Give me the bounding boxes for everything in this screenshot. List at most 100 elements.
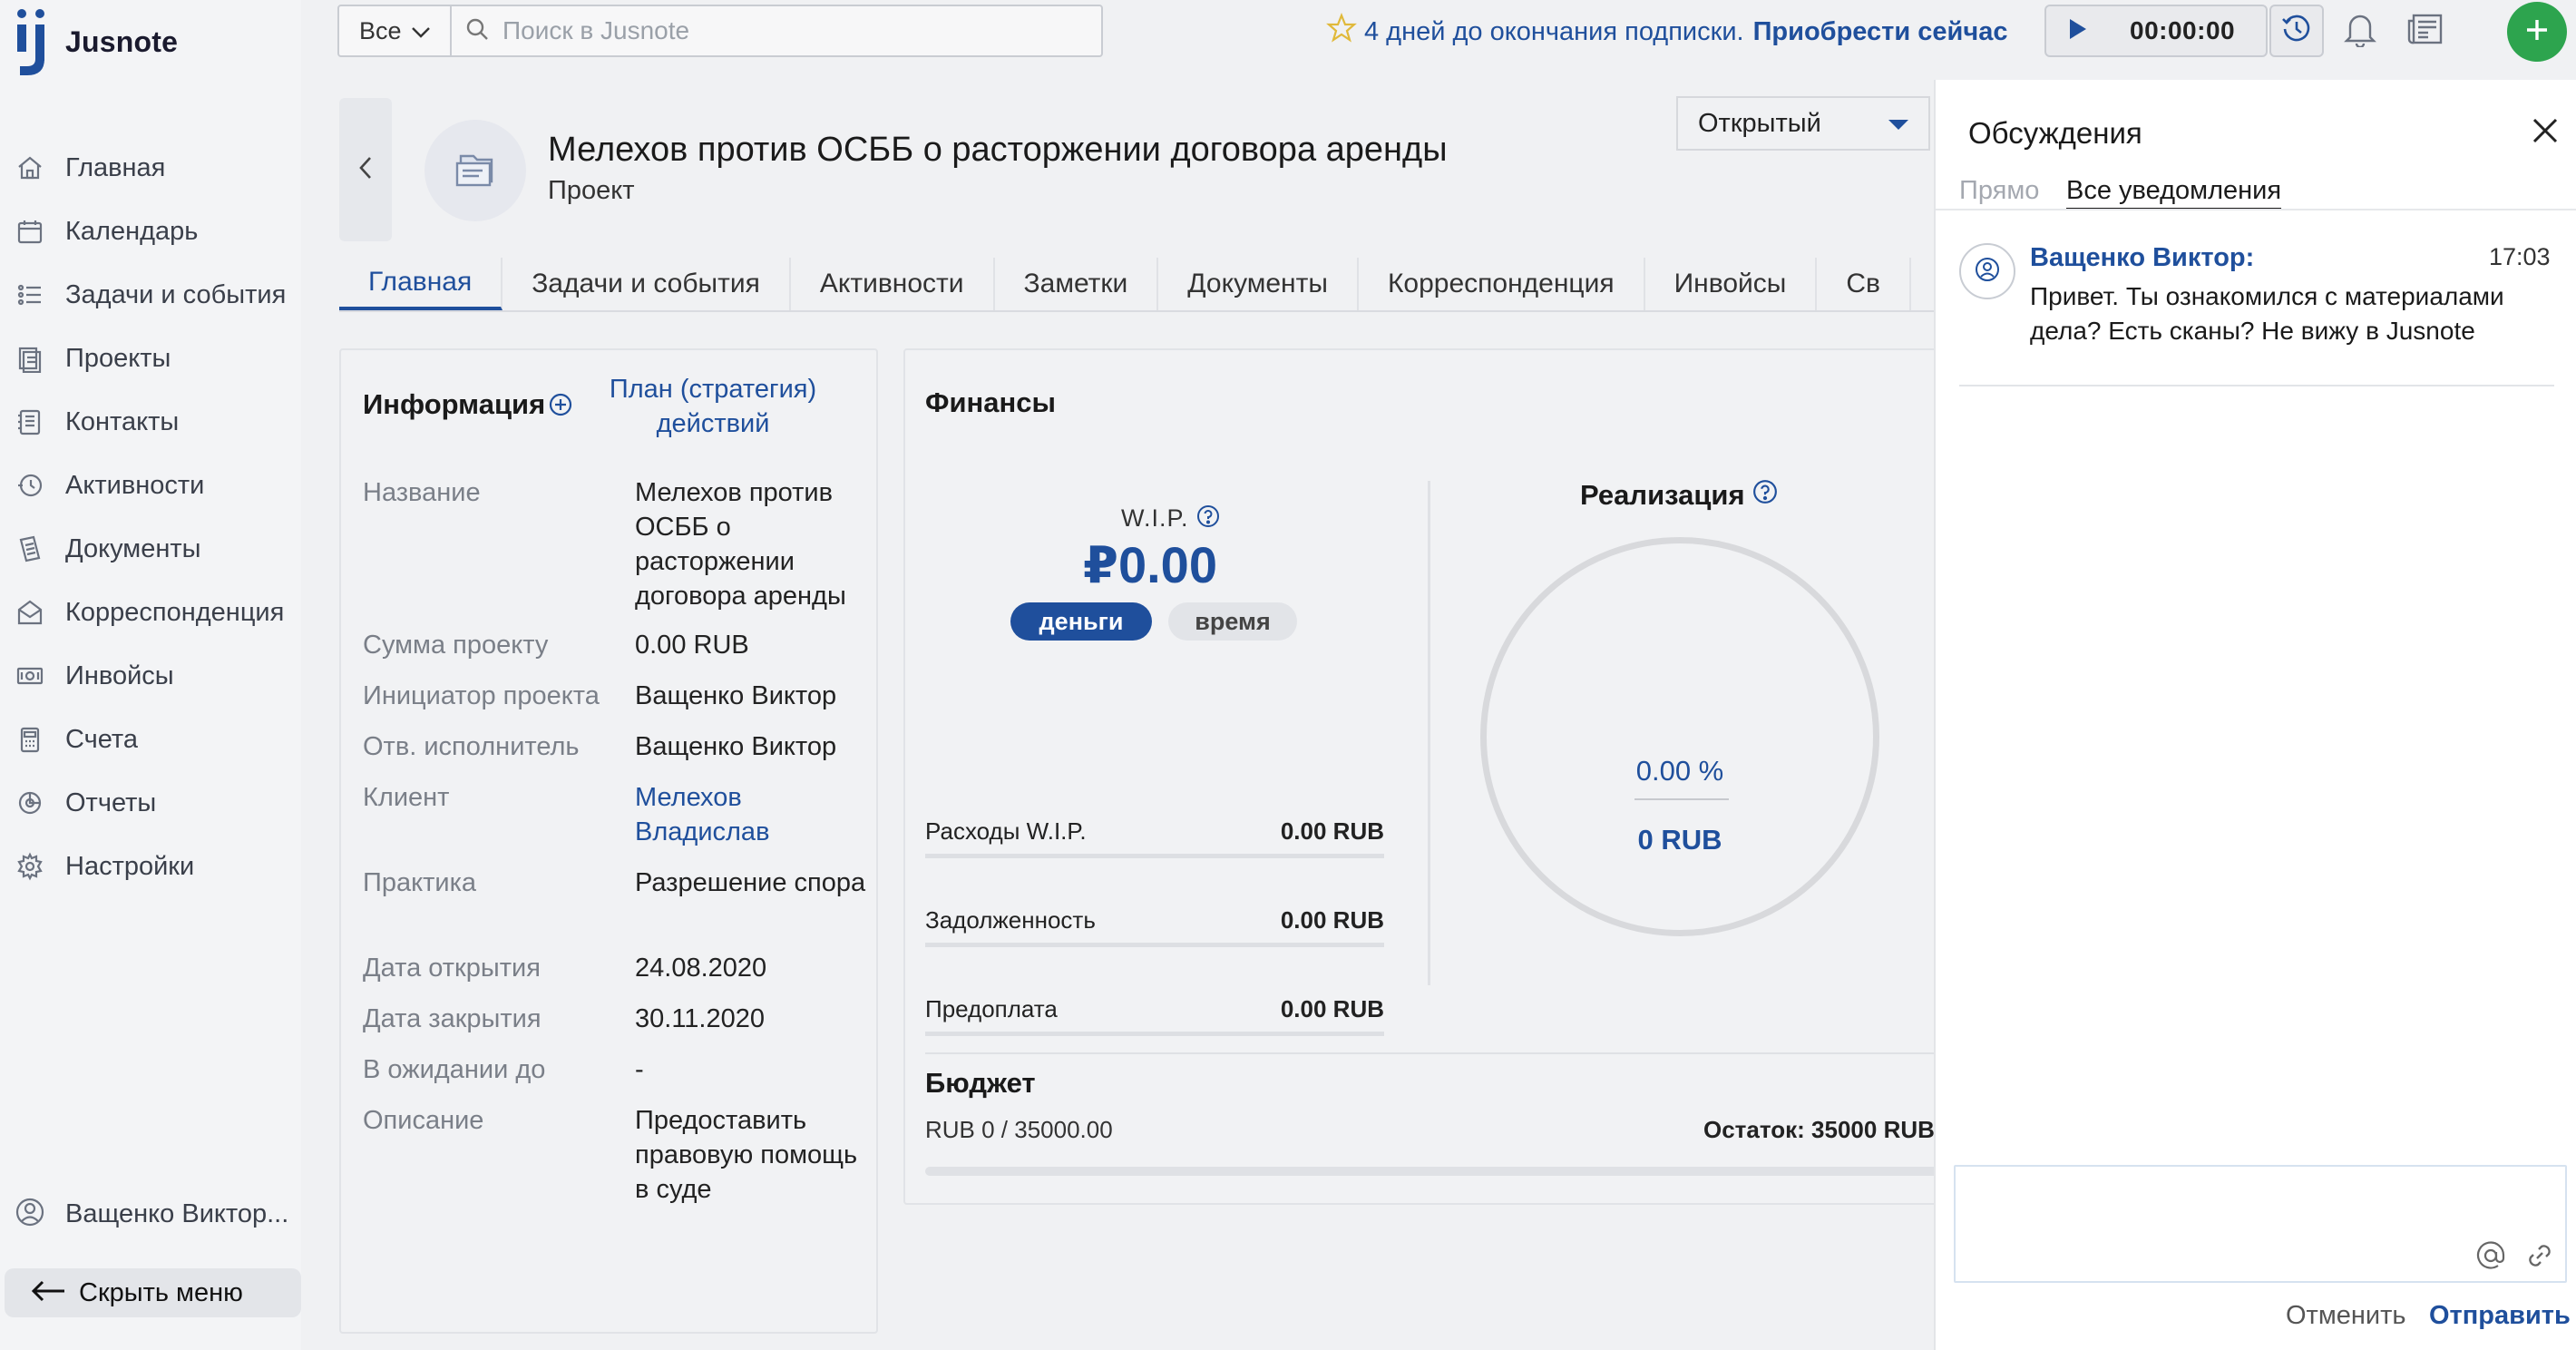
action-plan-link[interactable]: План (стратегия) действий: [595, 372, 831, 441]
news-icon: [2406, 12, 2444, 51]
chevron-left-icon: [358, 156, 373, 184]
finance-key: Задолженность: [925, 906, 1096, 934]
message-divider: [1959, 385, 2554, 386]
budget-divider: [925, 1052, 1994, 1054]
info-value: 30.11.2020: [635, 1004, 765, 1033]
discussions-button[interactable]: [2405, 11, 2445, 51]
buy-now-link[interactable]: Приобрести сейчас: [1753, 17, 2008, 47]
tab-main[interactable]: Главная: [339, 258, 503, 310]
back-button[interactable]: [339, 98, 392, 241]
status-select[interactable]: Открытый: [1676, 96, 1930, 151]
help-icon[interactable]: [1752, 479, 1778, 511]
tab-all-notifications[interactable]: Все уведомления: [2066, 176, 2282, 210]
tab-truncated[interactable]: Св: [1817, 258, 1911, 310]
calendar-icon: [15, 216, 45, 247]
time-toggle[interactable]: время: [1168, 602, 1297, 641]
timer-history-button[interactable]: [2269, 5, 2324, 57]
brand-name: Jusnote: [65, 24, 179, 58]
info-value: 24.08.2020: [635, 954, 767, 983]
sidebar-item-invoices[interactable]: Инвойсы: [0, 644, 301, 708]
sidebar-item-projects[interactable]: Проекты: [0, 327, 301, 390]
timer-widget: 00:00:00: [2044, 5, 2268, 57]
search-bar: Все: [337, 5, 1103, 57]
sidebar-item-reports[interactable]: Отчеты: [0, 771, 301, 835]
attach-link-icon[interactable]: [2523, 1239, 2556, 1272]
money-toggle[interactable]: деньги: [1010, 602, 1152, 641]
finance-card: Финансы W.I.P. ₽0.00 деньги время Расход…: [903, 348, 1994, 1205]
star-icon: [1326, 13, 1357, 51]
info-row: Дата закрытия 30.11.2020: [363, 1002, 871, 1036]
tab-activities[interactable]: Активности: [791, 258, 995, 310]
finance-row: Задолженность 0.00 RUB: [925, 898, 1384, 947]
project-folder-icon: [454, 149, 497, 193]
info-row: В ожидании до -: [363, 1052, 871, 1087]
tab-direct[interactable]: Прямо: [1959, 176, 2039, 206]
tasks-icon: [15, 279, 45, 310]
home-icon: [15, 152, 45, 183]
tab-correspondence[interactable]: Корреспонденция: [1359, 258, 1645, 310]
tab-documents[interactable]: Документы: [1158, 258, 1359, 310]
finance-row: Предоплата 0.00 RUB: [925, 987, 1384, 1036]
info-value: Мелехов против ОСББ о расторжении догово…: [635, 478, 846, 611]
tab-invoices[interactable]: Инвойсы: [1645, 258, 1818, 310]
finance-divider: [1428, 481, 1430, 985]
sidebar-item-label: Инвойсы: [65, 660, 174, 690]
page-title: Мелехов против ОСББ о расторжении догово…: [548, 131, 1448, 169]
info-row: Дата открытия 24.08.2020: [363, 951, 871, 985]
info-row: Инициатор проекта Ващенко Виктор: [363, 679, 871, 713]
brand-logo[interactable]: Jusnote: [13, 5, 178, 78]
hide-menu-label: Скрыть меню: [79, 1277, 243, 1307]
tab-tasks-events[interactable]: Задачи и события: [503, 258, 791, 310]
hide-menu-button[interactable]: Скрыть меню: [5, 1268, 301, 1317]
sidebar-item-accounts[interactable]: Счета: [0, 708, 301, 771]
search-input[interactable]: [503, 16, 1047, 45]
realization-title-text: Реализация: [1580, 479, 1745, 511]
sidebar-item-contacts[interactable]: Контакты: [0, 390, 301, 454]
search-scope-select[interactable]: Все: [339, 6, 452, 55]
info-card: Информация План (стратегия) действий Наз…: [339, 348, 878, 1334]
play-icon: [2068, 17, 2088, 45]
notifications-button[interactable]: [2340, 11, 2380, 51]
project-tabs: Главная Задачи и события Активности Заме…: [339, 258, 1934, 312]
search-scope-value: Все: [359, 16, 402, 44]
mention-icon[interactable]: [2474, 1239, 2507, 1272]
sidebar-item-settings[interactable]: Настройки: [0, 835, 301, 898]
budget-used: RUB 0 / 35000.00: [925, 1116, 1113, 1143]
message-author[interactable]: Ващенко Виктор:: [2030, 243, 2254, 273]
sidebar-user[interactable]: Ващенко Виктор...: [15, 1190, 288, 1238]
finance-value: 0.00 RUB: [1280, 817, 1384, 845]
close-button[interactable]: [2527, 112, 2563, 149]
help-icon[interactable]: [1196, 504, 1220, 532]
info-key: Клиент: [363, 783, 450, 812]
sidebar-item-calendar[interactable]: Календарь: [0, 200, 301, 263]
sidebar-item-correspondence[interactable]: Корреспонденция: [0, 581, 301, 644]
sidebar-item-home[interactable]: Главная: [0, 136, 301, 200]
panel-title: Обсуждения: [1968, 116, 2142, 150]
cancel-button[interactable]: Отменить: [2286, 1301, 2406, 1331]
add-circle-icon[interactable]: [548, 392, 573, 422]
top-bar: Все 4 дней до окончания подписки. Приобр…: [301, 0, 2576, 80]
realization-amount: 0 RUB: [1637, 824, 1722, 856]
message-text: Привет. Ты ознакомился с материалами дел…: [2030, 282, 2504, 345]
budget-progress-bar: [925, 1167, 1994, 1176]
tab-notes[interactable]: Заметки: [995, 258, 1159, 310]
projects-icon: [15, 343, 45, 374]
user-icon: [15, 1197, 45, 1232]
finance-row: Расходы W.I.P. 0.00 RUB: [925, 809, 1384, 858]
info-value: 0.00 RUB: [635, 631, 749, 660]
sidebar-item-label: Активности: [65, 470, 205, 500]
subscription-text: 4 дней до окончания подписки.: [1364, 16, 1744, 46]
info-row: Название Мелехов против ОСББ о расторжени…: [363, 475, 871, 613]
client-link[interactable]: Мелехов Владислав: [635, 780, 871, 849]
avatar: [1959, 243, 2015, 299]
sidebar-item-documents[interactable]: Документы: [0, 517, 301, 581]
sidebar-item-tasks[interactable]: Задачи и события: [0, 263, 301, 327]
sidebar-item-label: Главная: [65, 152, 166, 182]
clock-icon: [2281, 14, 2312, 49]
sidebar: Jusnote Главная Календарь Задачи и событ…: [0, 0, 301, 1350]
send-button[interactable]: Отправить: [2429, 1301, 2571, 1331]
sidebar-item-activities[interactable]: Активности: [0, 454, 301, 517]
add-button[interactable]: [2507, 2, 2567, 62]
timer-play-button[interactable]: [2046, 6, 2110, 55]
user-name: Ващенко Виктор...: [65, 1198, 289, 1228]
